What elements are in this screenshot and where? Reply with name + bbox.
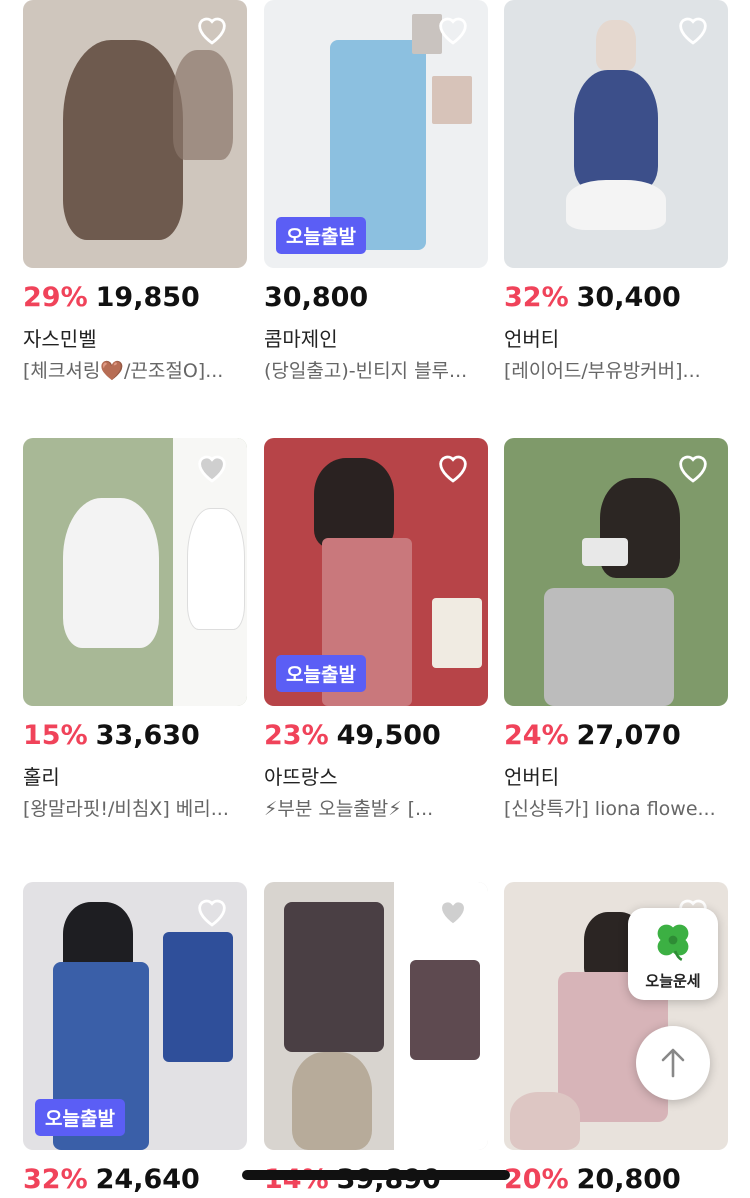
product-card[interactable]: 오늘출발 30,800 콤마제인 (당일출고)-빈티지 블루... <box>264 0 488 383</box>
heart-icon[interactable] <box>434 450 472 484</box>
discount-rate: 15% <box>23 720 88 751</box>
price: 24,640 <box>95 1164 200 1195</box>
discount-rate: 32% <box>504 282 569 313</box>
product-description[interactable]: (당일출고)-빈티지 블루... <box>264 356 488 383</box>
heart-icon[interactable] <box>434 894 472 928</box>
brand-name[interactable]: 언버티 <box>504 323 728 351</box>
fortune-button[interactable]: 오늘운세 <box>628 908 718 1000</box>
price: 19,850 <box>95 282 200 313</box>
brand-name[interactable]: 자스민벨 <box>23 323 247 351</box>
product-card[interactable]: 오늘출발 23% 49,500 아뜨랑스 ⚡부분 오늘출발⚡ [... <box>264 438 488 821</box>
product-image[interactable] <box>23 438 247 706</box>
product-description[interactable]: [체크셔링🤎/끈조절O]... <box>23 356 247 383</box>
product-image[interactable]: 오늘출발 <box>23 882 247 1150</box>
price: 20,800 <box>576 1164 681 1195</box>
price: 30,400 <box>576 282 681 313</box>
product-card[interactable]: 15% 33,630 홀리 [왕말라핏!/비침X] 베리... <box>23 438 247 821</box>
brand-name[interactable]: 아뜨랑스 <box>264 761 488 789</box>
discount-rate: 32% <box>23 1164 88 1195</box>
heart-icon[interactable] <box>193 450 231 484</box>
home-indicator[interactable] <box>242 1170 510 1180</box>
four-leaf-clover-icon <box>657 924 689 961</box>
heart-icon[interactable] <box>674 450 712 484</box>
today-shipping-badge: 오늘출발 <box>276 217 366 254</box>
product-image[interactable] <box>504 438 728 706</box>
brand-name[interactable]: 홀리 <box>23 761 247 789</box>
discount-rate: 29% <box>23 282 88 313</box>
heart-icon[interactable] <box>193 12 231 46</box>
today-shipping-badge: 오늘출발 <box>35 1099 125 1136</box>
discount-rate: 23% <box>264 720 329 751</box>
brand-name[interactable]: 언버티 <box>504 761 728 789</box>
price: 33,630 <box>95 720 200 751</box>
product-image[interactable]: 오늘출발 <box>264 438 488 706</box>
heart-icon[interactable] <box>193 894 231 928</box>
product-image[interactable] <box>23 0 247 268</box>
heart-icon[interactable] <box>674 12 712 46</box>
product-description[interactable]: [신상특가] liona flowe... <box>504 794 728 821</box>
discount-rate: 24% <box>504 720 569 751</box>
price: 30,800 <box>264 282 369 313</box>
fortune-label: 오늘운세 <box>645 972 701 990</box>
product-card[interactable]: 24% 27,070 언버티 [신상특가] liona flowe... <box>504 438 728 821</box>
product-description[interactable]: [왕말라핏!/비침X] 베리... <box>23 794 247 821</box>
product-card[interactable]: 오늘출발 32% 24,640 <box>23 882 247 1198</box>
product-card[interactable]: 32% 30,400 언버티 [레이어드/부유방커버]... <box>504 0 728 383</box>
scroll-top-button[interactable] <box>636 1026 710 1100</box>
product-grid: 29% 19,850 자스민벨 [체크셔링🤎/끈조절O]... 오늘출발 30,8… <box>0 0 750 1196</box>
heart-icon[interactable] <box>434 12 472 46</box>
price: 27,070 <box>576 720 681 751</box>
brand-name[interactable]: 콤마제인 <box>264 323 488 351</box>
product-card[interactable]: 29% 19,850 자스민벨 [체크셔링🤎/끈조절O]... <box>23 0 247 383</box>
today-shipping-badge: 오늘출발 <box>276 655 366 692</box>
arrow-up-icon <box>661 1048 685 1078</box>
product-image[interactable] <box>504 0 728 268</box>
product-card[interactable]: 14%39,890 <box>264 882 488 1198</box>
discount-rate: 20% <box>504 1164 569 1195</box>
product-description[interactable]: ⚡부분 오늘출발⚡ [... <box>264 794 488 821</box>
product-description[interactable]: [레이어드/부유방커버]... <box>504 356 728 383</box>
product-image[interactable] <box>264 882 488 1150</box>
product-image[interactable]: 오늘출발 <box>264 0 488 268</box>
price: 49,500 <box>336 720 441 751</box>
